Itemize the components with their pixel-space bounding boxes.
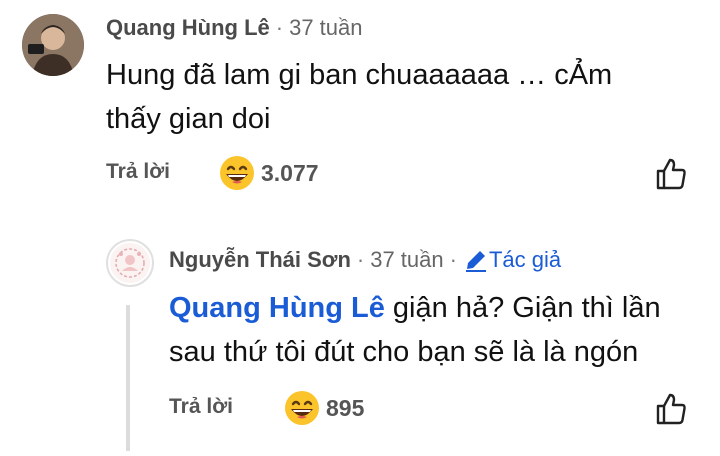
grinning-face-emoji-icon xyxy=(285,391,319,425)
pencil-icon xyxy=(465,251,486,272)
reply-button[interactable]: Trả lời xyxy=(106,160,170,184)
thread-line xyxy=(126,305,130,451)
thumbs-up-icon xyxy=(656,158,686,190)
comment-thread: Quang Hùng Lê · 37 tuần Hung đã lam gi b… xyxy=(0,0,720,456)
author-badge-label: Tác giả xyxy=(488,247,562,272)
like-button[interactable] xyxy=(654,157,688,191)
reply-text-line: sau thứ tôi đút cho bạn sẽ là là ngón xyxy=(169,336,639,368)
thumbs-up-icon xyxy=(656,393,686,425)
page-logo-icon xyxy=(110,243,150,283)
reply-button[interactable]: Trả lời xyxy=(169,395,233,419)
reaction-summary[interactable]: 3.077 xyxy=(219,155,319,191)
author-badge[interactable]: Tác giả xyxy=(463,247,561,273)
mention-link[interactable]: Quang Hùng Lê xyxy=(169,292,385,324)
separator-dot: · xyxy=(356,247,365,272)
reply-text-fragment: giận hả? Giận thì lần xyxy=(384,292,661,324)
reply-time: 37 tuần xyxy=(370,247,444,272)
like-button[interactable] xyxy=(654,392,688,426)
avatar[interactable] xyxy=(106,239,154,287)
comment-author[interactable]: Quang Hùng Lê xyxy=(106,15,270,41)
reply-author[interactable]: Nguyễn Thái Sơn xyxy=(169,247,351,273)
comment-meta: Quang Hùng Lê · 37 tuần xyxy=(106,15,363,41)
comment-time: 37 tuần xyxy=(289,15,363,40)
reaction-summary[interactable]: 895 xyxy=(284,390,364,426)
reaction-count: 3.077 xyxy=(261,159,319,186)
avatar[interactable] xyxy=(22,14,84,76)
reply-text-line: Quang Hùng Lê giận hả? Giận thì lần xyxy=(169,286,661,330)
reaction-count: 895 xyxy=(326,394,365,421)
avatar-photo-icon xyxy=(22,14,84,76)
separator-dot: · xyxy=(275,15,284,40)
reply-meta: Nguyễn Thái Sơn · 37 tuần · Tác giả xyxy=(169,247,561,273)
comment-actions: Trả lời xyxy=(106,160,170,184)
comment-text-line: thấy gian doi xyxy=(106,103,271,135)
separator-dot: · xyxy=(449,247,457,272)
comment-text-line: Hung đã lam gi ban chuaaaaaa … cẢm xyxy=(106,59,613,91)
reply-actions: Trả lời xyxy=(169,395,233,419)
reply-text: Quang Hùng Lê giận hả? Giận thì lần sau … xyxy=(169,286,661,374)
grinning-face-emoji-icon xyxy=(220,156,254,190)
comment-text: Hung đã lam gi ban chuaaaaaa … cẢm thấy … xyxy=(106,53,612,141)
